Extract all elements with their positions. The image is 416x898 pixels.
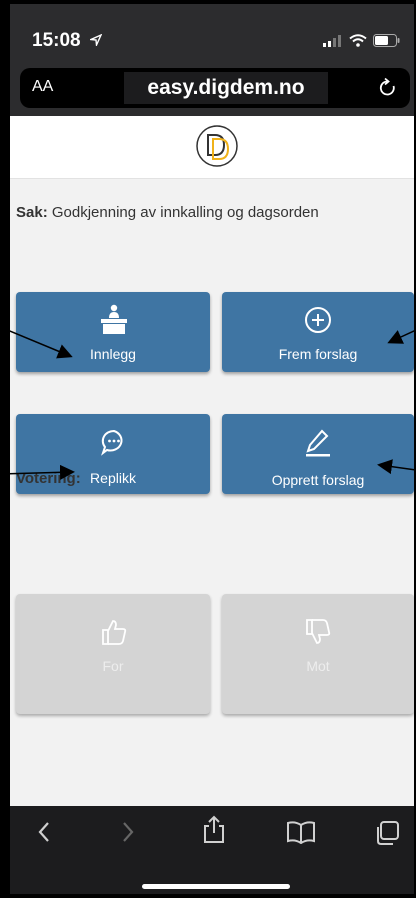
site-header [10,116,414,179]
create-proposal-label: Opprett forslag [271,472,365,488]
battery-icon [373,34,400,47]
thumbs-down-icon [306,619,331,644]
status-time: 15:08 [32,30,81,51]
case-label: Sak: [16,204,48,221]
phone-screen: 15:08 AA easy.digdem.no Sak: Godkjenning… [10,4,414,894]
wifi-icon [349,34,367,47]
plus-circle-icon [305,307,331,333]
case-title: Godkjenning av innkalling og dagsorden [51,204,319,221]
bookmarks-icon[interactable] [286,820,316,844]
web-page: Sak: Godkjenning av innkalling og dagsor… [10,116,414,806]
text-size-button[interactable]: AA [32,78,53,96]
tabs-icon[interactable] [374,820,400,846]
address-bar[interactable]: AA easy.digdem.no [20,68,410,108]
pencil-icon [306,429,330,457]
speech-button[interactable]: Innlegg [16,292,210,372]
chat-bubble-icon [101,429,123,456]
podium-icon [101,304,127,334]
speech-label: Innlegg [90,346,136,362]
reload-icon[interactable] [378,77,398,99]
thumbs-up-icon [102,620,127,645]
propose-label: Frem forslag [278,346,358,362]
cellular-signal-icon [323,34,341,47]
forward-icon[interactable] [120,820,136,844]
location-arrow-icon [90,34,102,46]
url-text: easy.digdem.no [147,76,305,99]
status-bar: 15:08 [10,4,414,66]
vote-against-label: Mot [306,658,330,674]
back-icon[interactable] [36,820,52,844]
vote-against-button[interactable]: Mot [222,594,414,714]
create-proposal-button[interactable]: Opprett forslag [222,414,414,494]
case-line: Sak: Godkjenning av innkalling og dagsor… [16,204,319,221]
url-field[interactable]: easy.digdem.no [124,72,328,104]
digdem-logo[interactable] [195,124,239,168]
browser-toolbar [10,806,414,894]
vote-for-label: For [102,658,124,674]
vote-for-button[interactable]: For [16,594,210,714]
home-indicator[interactable] [142,884,290,889]
share-icon[interactable] [202,814,226,844]
propose-button[interactable]: Frem forslag [222,292,414,372]
voting-heading: Votering: [16,470,81,487]
